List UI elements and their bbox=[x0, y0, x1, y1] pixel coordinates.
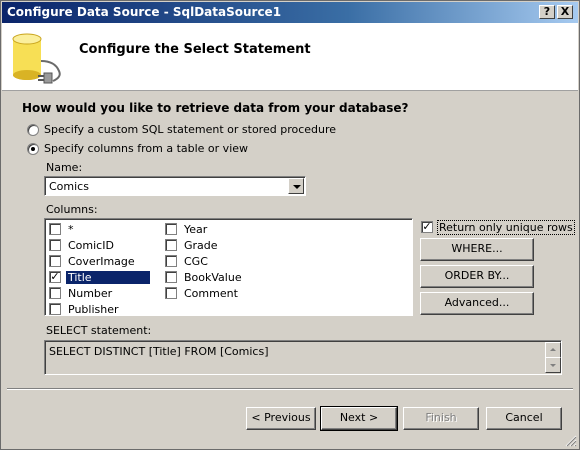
column-checkbox[interactable] bbox=[165, 287, 177, 299]
select-statement-box[interactable]: SELECT DISTINCT [Title] FROM [Comics] bbox=[44, 340, 562, 375]
table-columns-radio[interactable] bbox=[27, 143, 39, 155]
column-checkbox[interactable] bbox=[49, 255, 61, 267]
resize-grip-icon[interactable] bbox=[565, 435, 577, 447]
header-panel: Configure the Select Statement bbox=[2, 23, 578, 91]
table-name-value: Comics bbox=[49, 180, 89, 193]
table-columns-label[interactable]: Specify columns from a table or view bbox=[44, 142, 248, 155]
column-checkbox[interactable] bbox=[165, 239, 177, 251]
scroll-up-icon[interactable] bbox=[545, 342, 561, 358]
previous-button[interactable]: < Previous bbox=[246, 407, 316, 430]
column-checkbox[interactable] bbox=[49, 287, 61, 299]
column-checkbox[interactable] bbox=[49, 223, 61, 235]
order-by-button[interactable]: ORDER BY... bbox=[420, 265, 534, 288]
unique-rows-checkbox[interactable]: ✓ bbox=[421, 221, 433, 233]
window-title: Configure Data Source - SqlDataSource1 bbox=[7, 5, 282, 19]
retrieve-question: How would you like to retrieve data from… bbox=[22, 101, 409, 115]
column-checkbox[interactable] bbox=[165, 255, 177, 267]
footer-separator bbox=[7, 388, 573, 390]
columns-label: Columns: bbox=[46, 203, 98, 216]
column-checkbox-checked[interactable]: ✓ bbox=[49, 271, 61, 283]
advanced-button[interactable]: Advanced... bbox=[420, 292, 534, 315]
custom-sql-radio[interactable] bbox=[27, 124, 39, 136]
column-checkbox[interactable] bbox=[49, 239, 61, 251]
column-checkbox[interactable] bbox=[165, 223, 177, 235]
next-button[interactable]: Next > bbox=[320, 406, 398, 431]
chevron-down-icon[interactable] bbox=[288, 178, 304, 194]
finish-button: Finish bbox=[403, 407, 479, 430]
close-button[interactable]: X bbox=[557, 5, 573, 19]
custom-sql-label[interactable]: Specify a custom SQL statement or stored… bbox=[44, 123, 336, 136]
column-checkbox[interactable] bbox=[49, 303, 61, 315]
select-statement-text: SELECT DISTINCT [Title] FROM [Comics] bbox=[49, 345, 269, 358]
columns-list[interactable]: * ComicID CoverImage ✓ Title Number Publ… bbox=[44, 218, 413, 316]
name-label: Name: bbox=[46, 161, 83, 174]
help-button[interactable]: ? bbox=[539, 5, 555, 19]
where-button[interactable]: WHERE... bbox=[420, 238, 534, 261]
database-plug-icon bbox=[12, 33, 61, 84]
configure-data-source-dialog: Configure Data Source - SqlDataSource1 ?… bbox=[0, 0, 580, 450]
header-title: Configure the Select Statement bbox=[79, 42, 311, 57]
select-statement-label: SELECT statement: bbox=[46, 324, 152, 337]
unique-rows-label[interactable]: Return only unique rows bbox=[437, 220, 575, 235]
column-checkbox[interactable] bbox=[165, 271, 177, 283]
cancel-button[interactable]: Cancel bbox=[486, 407, 562, 430]
title-bar[interactable]: Configure Data Source - SqlDataSource1 ?… bbox=[2, 2, 578, 23]
table-name-dropdown[interactable]: Comics bbox=[44, 176, 306, 196]
select-statement-scrollbar[interactable] bbox=[545, 342, 561, 373]
scroll-down-icon[interactable] bbox=[545, 357, 561, 373]
